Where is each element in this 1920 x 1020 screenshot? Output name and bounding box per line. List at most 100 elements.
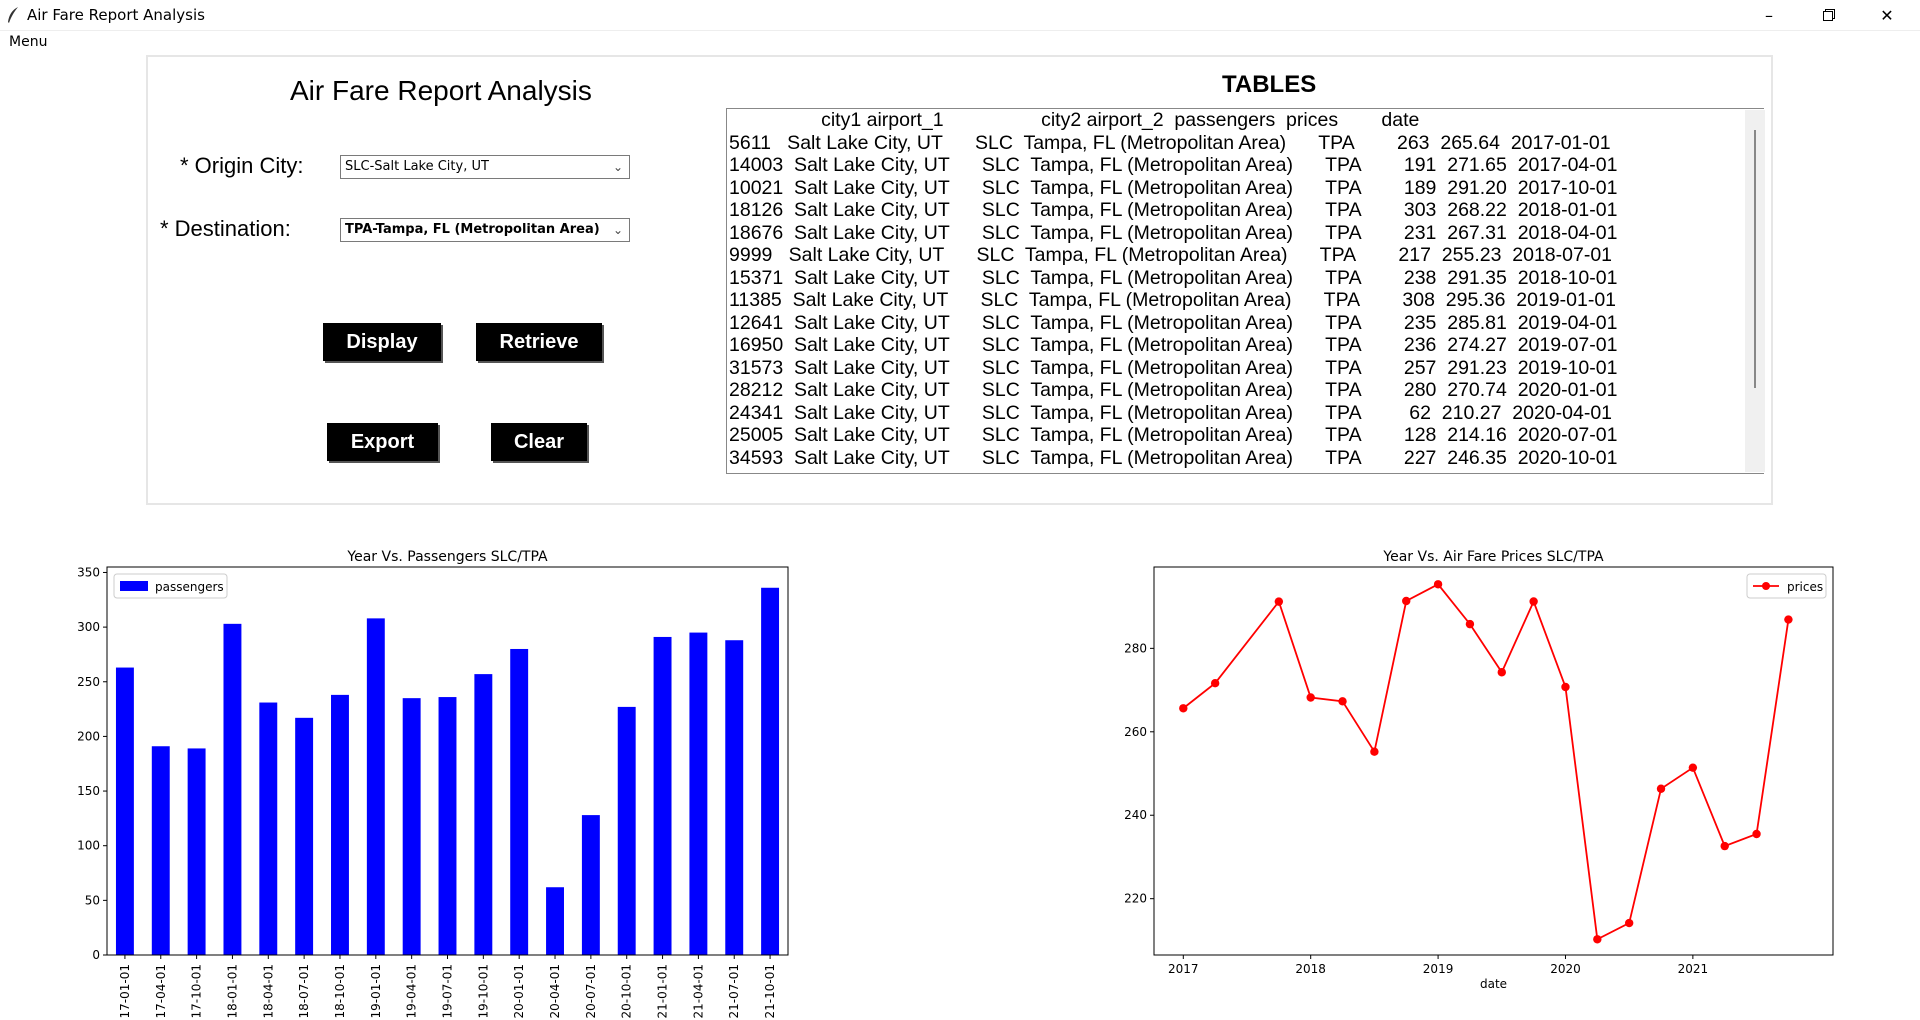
bar [761, 587, 780, 955]
x-axis-label: date [1480, 977, 1507, 991]
chevron-down-icon: ⌄ [612, 160, 623, 174]
tables-content: city1 airport_1 city2 airport_2 passenge… [729, 109, 1618, 469]
tables-scrollbar[interactable] [1745, 110, 1765, 472]
scrollbar-thumb[interactable] [1754, 130, 1756, 388]
export-button[interactable]: Export [327, 423, 438, 461]
axes-frame [1153, 566, 1834, 956]
bar [259, 702, 278, 955]
x-tick-label: 18-01-01 [225, 964, 239, 1018]
data-point [1624, 918, 1634, 928]
data-point [1720, 841, 1729, 851]
display-button[interactable]: Display [323, 323, 441, 361]
legend-swatch [120, 581, 148, 591]
x-tick-label: 18-10-01 [333, 964, 347, 1018]
bar [474, 674, 493, 955]
origin-label: * Origin City: [180, 153, 304, 178]
y-tick-label: 250 [77, 675, 100, 689]
data-point [1497, 668, 1506, 677]
bar [223, 623, 242, 955]
close-icon: ✕ [1880, 5, 1894, 25]
bar [151, 746, 170, 955]
x-tick-label: 2017 [1168, 962, 1199, 976]
bar [653, 636, 672, 955]
data-point [1179, 704, 1188, 713]
data-point [1784, 615, 1793, 624]
x-tick-label: 2018 [1295, 962, 1326, 976]
y-tick-label: 220 [1124, 892, 1147, 906]
x-tick-label: 19-10-01 [476, 964, 490, 1018]
tables-heading: TABLES [1222, 71, 1317, 98]
data-point [1338, 697, 1347, 706]
y-tick-label: 200 [77, 729, 100, 743]
data-point [1752, 829, 1761, 839]
bar [617, 706, 636, 955]
x-tick-label: 21-10-01 [763, 964, 777, 1018]
data-point [1529, 597, 1538, 606]
y-tick-label: 0 [92, 948, 100, 962]
data-point [1465, 619, 1475, 629]
minimize-button[interactable]: – [1746, 0, 1792, 30]
bar [725, 640, 744, 955]
x-tick-label: 19-04-01 [405, 964, 419, 1018]
data-point [1274, 597, 1284, 606]
destination-select[interactable]: TPA-Tampa, FL (Metropolitan Area) ⌄ [340, 218, 630, 242]
y-tick-label: 280 [1124, 641, 1147, 655]
menu-bar: Menu [0, 30, 1920, 53]
page-title: Air Fare Report Analysis [290, 75, 592, 106]
chart-title: Year Vs. Passengers SLC/TPA [346, 549, 548, 565]
x-tick-label: 20-01-01 [512, 964, 526, 1018]
data-point [1210, 678, 1220, 688]
x-tick-label: 18-07-01 [297, 964, 311, 1018]
y-tick-label: 260 [1124, 725, 1147, 739]
feather-icon [8, 7, 18, 23]
tables-textbox[interactable]: city1 airport_1 city2 airport_2 passenge… [726, 108, 1764, 474]
x-tick-label: 20-10-01 [620, 964, 634, 1018]
x-tick-label: 18-04-01 [261, 964, 275, 1018]
data-point [1656, 784, 1666, 793]
clear-button[interactable]: Clear [491, 423, 587, 461]
x-tick-label: 21-01-01 [656, 964, 670, 1018]
y-tick-label: 100 [77, 839, 100, 853]
x-tick-label: 17-10-01 [190, 964, 204, 1018]
bar [295, 717, 314, 955]
x-tick-label: 19-07-01 [441, 964, 455, 1018]
y-tick-label: 300 [77, 620, 100, 634]
y-tick-label: 150 [77, 784, 100, 798]
data-point [1370, 747, 1379, 756]
destination-value: TPA-Tampa, FL (Metropolitan Area) [345, 222, 600, 237]
y-tick-label: 350 [77, 565, 100, 579]
menu-item-menu[interactable]: Menu [9, 34, 47, 50]
restore-button[interactable] [1806, 0, 1852, 30]
minimize-icon: – [1765, 5, 1773, 25]
x-tick-label: 21-04-01 [691, 964, 705, 1018]
restore-icon [1823, 9, 1835, 21]
bar [115, 667, 134, 955]
legend-label: prices [1787, 580, 1823, 594]
retrieve-button[interactable]: Retrieve [476, 323, 602, 361]
y-tick-label: 50 [85, 893, 100, 907]
x-tick-label: 19-01-01 [369, 964, 383, 1018]
origin-city-select[interactable]: SLC-Salt Lake City, UT ⌄ [340, 155, 630, 179]
bar [438, 697, 457, 955]
passengers-bar-chart: Year Vs. Passengers SLC/TPA 17-01-01 17-04… [77, 549, 789, 1018]
chevron-down-icon: ⌄ [612, 223, 623, 237]
prices-line-chart: Year Vs. Air Fare Prices SLC/TPA 2017 2018… [1124, 549, 1834, 991]
bar [366, 618, 385, 955]
x-tick-label: 20-04-01 [548, 964, 562, 1018]
y-tick-label: 240 [1124, 808, 1147, 822]
destination-label: * Destination: [160, 216, 291, 241]
data-point [1688, 763, 1698, 772]
chart-title: Year Vs. Air Fare Prices SLC/TPA [1382, 549, 1604, 565]
legend-label: passengers [155, 580, 224, 594]
x-tick-label: 2019 [1423, 962, 1454, 976]
legend: passengers [113, 573, 228, 599]
bar [546, 887, 564, 955]
data-point [1433, 580, 1443, 589]
price-line [1182, 583, 1790, 941]
close-button[interactable]: ✕ [1864, 0, 1910, 30]
bar [402, 698, 421, 955]
bar [581, 815, 600, 955]
bar [689, 632, 708, 955]
data-point [1561, 682, 1570, 692]
bar [510, 648, 529, 955]
